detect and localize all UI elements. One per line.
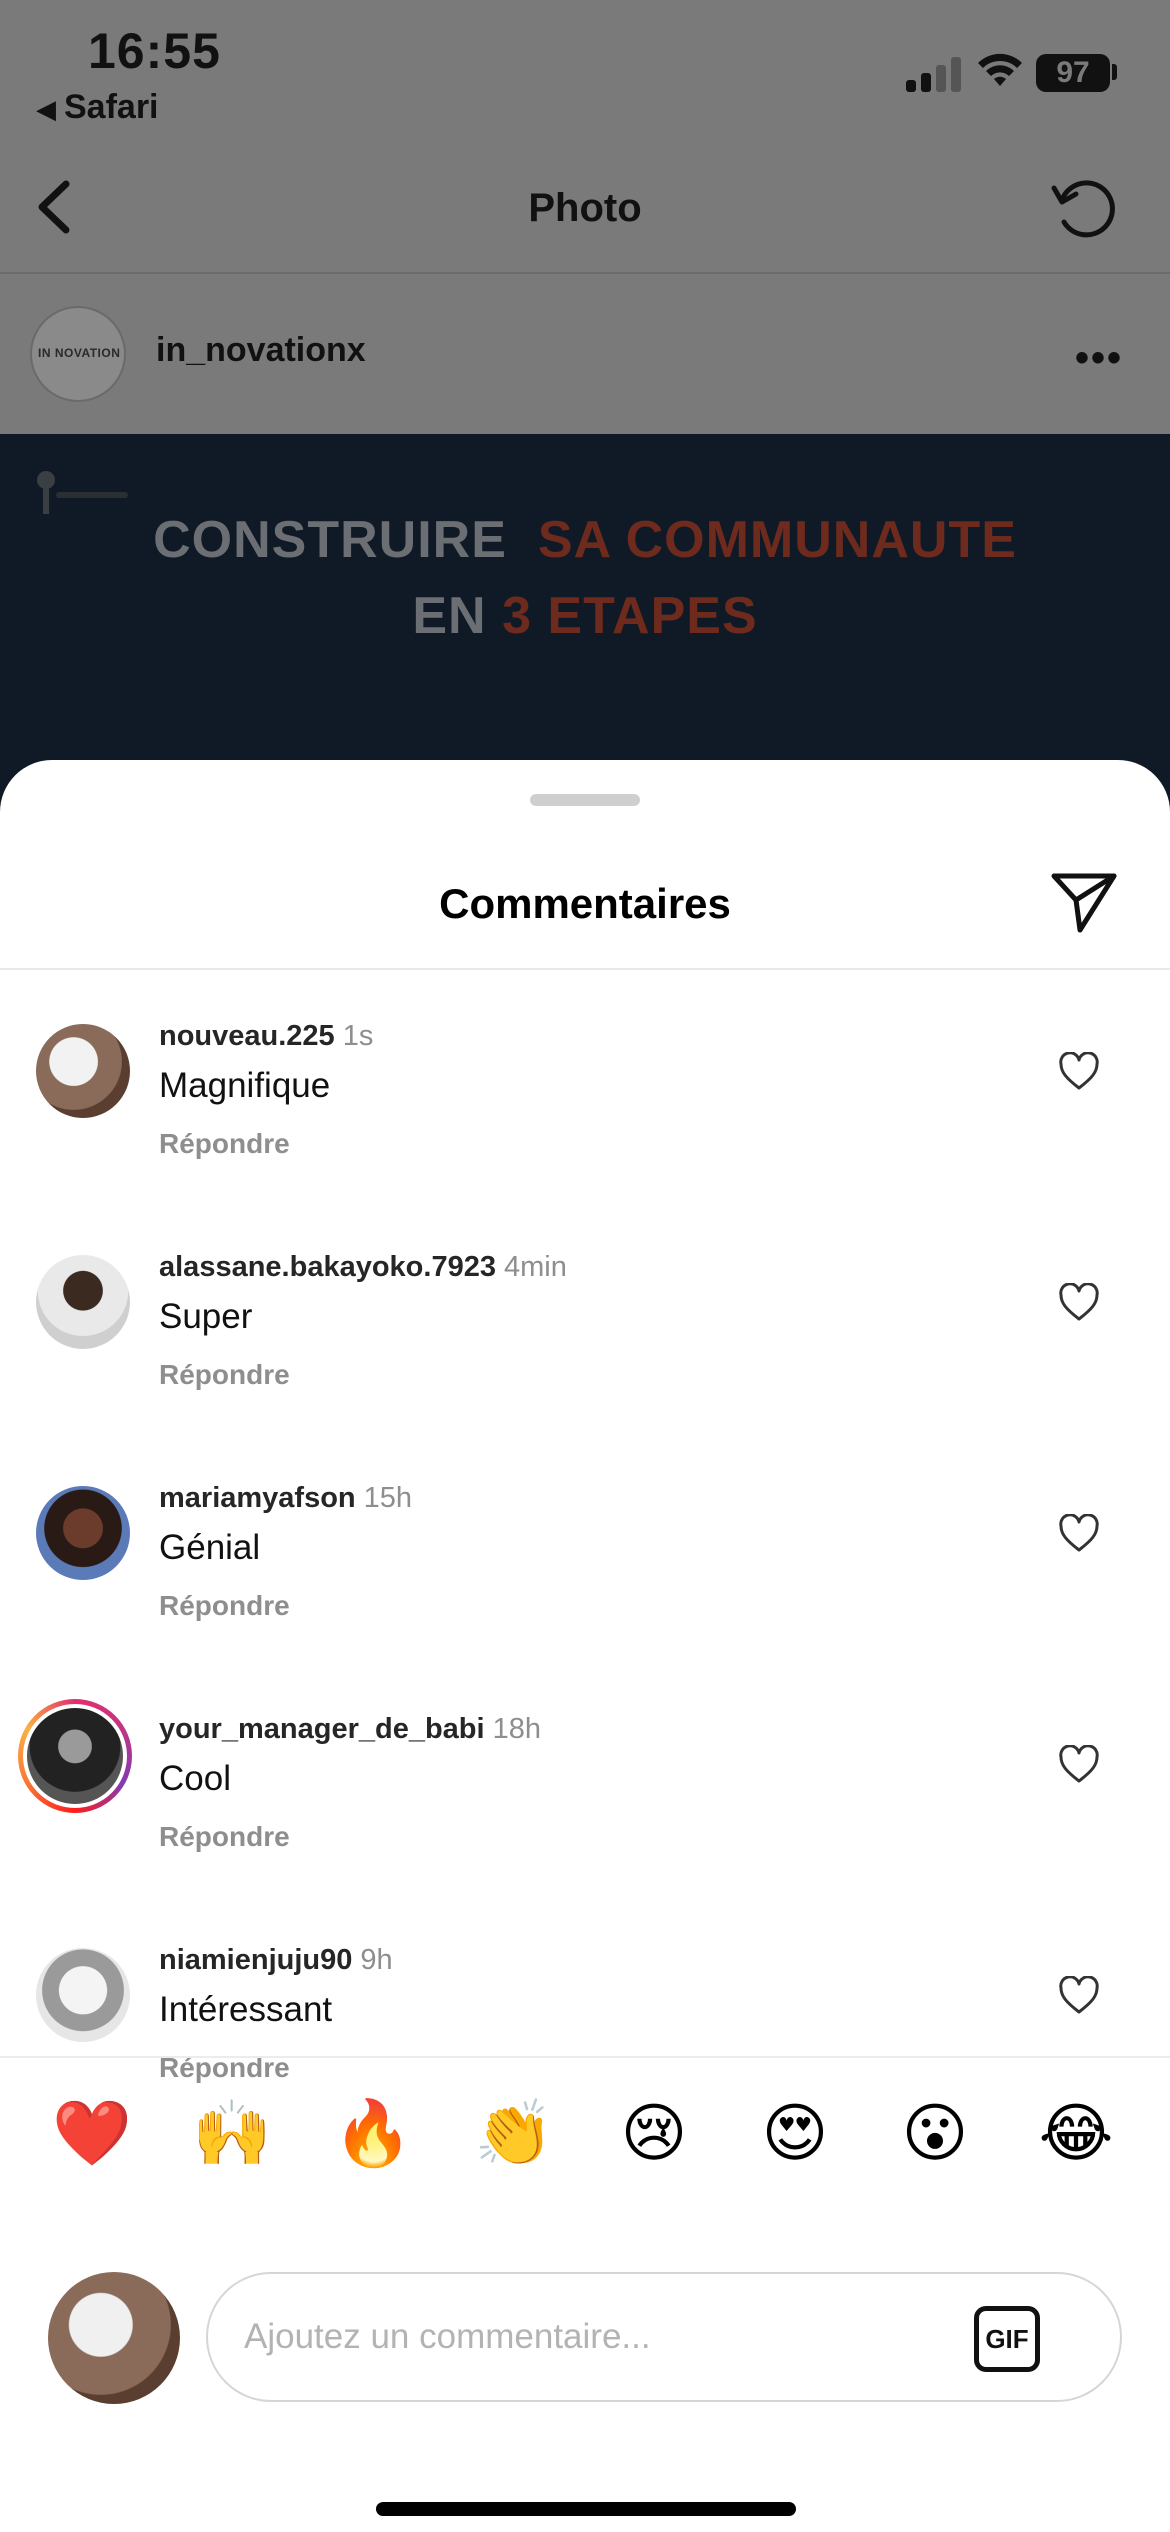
comment-username[interactable]: nouveau.225	[159, 1020, 335, 1052]
comment-username[interactable]: alassane.bakayoko.7923	[159, 1251, 496, 1283]
heart-icon[interactable]	[1058, 1745, 1100, 1785]
reply-button[interactable]: Répondre	[159, 1821, 290, 1853]
post-image: CONSTRUIRE SA COMMUNAUTE EN 3 ETAPES	[0, 434, 1170, 814]
post-headline-line1: CONSTRUIRE SA COMMUNAUTE	[0, 510, 1170, 570]
more-options-icon[interactable]: •••	[1075, 336, 1123, 381]
comments-sheet: Commentaires nouveau.225 1s Magnifique Ré…	[0, 760, 1170, 2532]
comment-time: 15h	[363, 1482, 413, 1514]
composer-divider	[0, 2056, 1170, 2058]
sheet-grabber[interactable]	[530, 794, 640, 806]
comment-item: your_manager_de_babi 18h Cool Répondre	[0, 1699, 1170, 1936]
comment-input[interactable]	[244, 2304, 944, 2370]
status-bar: 16:55 ◀ Safari 97	[0, 0, 1170, 140]
status-time: 16:55	[88, 23, 221, 79]
emoji-surprised[interactable]: 😮	[890, 2088, 980, 2178]
reply-button[interactable]: Répondre	[159, 1590, 290, 1622]
emoji-fire[interactable]: 🔥	[328, 2088, 418, 2178]
comment-time: 9h	[360, 1944, 393, 1976]
comment-item: mariamyafson 15h Génial Répondre	[0, 1474, 1170, 1705]
post-headline-part: EN	[412, 587, 487, 645]
comment-header: mariamyafson 15h	[159, 1482, 412, 1515]
comment-header: nouveau.225 1s	[159, 1020, 373, 1053]
author-username[interactable]: in_novationx	[156, 331, 366, 370]
comment-input-container: GIF	[206, 2272, 1122, 2402]
gif-button[interactable]: GIF	[974, 2306, 1040, 2372]
heart-icon[interactable]	[1058, 1283, 1100, 1323]
post-headline-highlight: 3 ETAPES	[502, 587, 758, 645]
share-send-icon[interactable]	[1050, 870, 1120, 936]
comment-header: your_manager_de_babi 18h	[159, 1713, 541, 1746]
heart-icon[interactable]	[1058, 1514, 1100, 1554]
comment-text: Magnifique	[159, 1066, 331, 1105]
comment-time: 1s	[342, 1020, 374, 1052]
emoji-laughing[interactable]: 😂	[1031, 2088, 1121, 2178]
comment-header: alassane.bakayoko.7923 4min	[159, 1251, 567, 1284]
commenter-avatar[interactable]	[36, 1024, 130, 1118]
comment-username[interactable]: your_manager_de_babi	[159, 1713, 485, 1745]
comment-time: 18h	[492, 1713, 541, 1745]
comment-text: Super	[159, 1297, 253, 1336]
post-headline-highlight: SA COMMUNAUTE	[537, 511, 1017, 569]
back-app-label: Safari	[64, 88, 159, 126]
reply-button[interactable]: Répondre	[159, 1128, 290, 1160]
current-user-avatar	[48, 2272, 180, 2404]
commenter-avatar[interactable]	[36, 1948, 130, 2042]
post-author-row: IN NOVATION in_novationx •••	[0, 276, 1170, 434]
battery-indicator: 97	[1036, 54, 1110, 92]
comment-username[interactable]: niamienjuju90	[159, 1944, 352, 1976]
comment-item: alassane.bakayoko.7923 4min Super Répondr…	[0, 1243, 1170, 1474]
refresh-icon[interactable]	[1048, 170, 1124, 246]
author-avatar-logo-text: IN NOVATION	[38, 346, 121, 360]
comment-username[interactable]: mariamyafson	[159, 1482, 356, 1514]
sheet-divider	[0, 968, 1170, 970]
commenter-avatar[interactable]	[36, 1486, 130, 1580]
cellular-signal-icon	[906, 56, 962, 92]
commenter-avatar	[23, 1704, 127, 1808]
comment-time: 4min	[503, 1251, 567, 1283]
navigation-bar: Photo	[0, 150, 1170, 274]
page-title: Photo	[528, 186, 642, 230]
back-triangle-icon: ◀	[36, 94, 56, 124]
emoji-crying[interactable]: 😢	[609, 2088, 699, 2178]
emoji-raised-hands[interactable]: 🙌	[187, 2088, 277, 2178]
sheet-title: Commentaires	[439, 880, 731, 927]
heart-icon[interactable]	[1058, 1976, 1100, 2016]
battery-cap	[1112, 64, 1117, 80]
comment-header: niamienjuju90 9h	[159, 1944, 393, 1977]
comment-text: Intéressant	[159, 1990, 333, 2029]
wifi-icon	[978, 53, 1022, 86]
post-headline-line2: EN 3 ETAPES	[0, 586, 1170, 646]
home-indicator	[376, 2502, 796, 2516]
comment-text: Cool	[159, 1759, 231, 1798]
post-headline-part: CONSTRUIRE	[153, 511, 507, 569]
emoji-heart-eyes[interactable]: 😍	[750, 2088, 840, 2178]
back-to-safari[interactable]: ◀ Safari	[36, 88, 159, 127]
heart-icon[interactable]	[1058, 1052, 1100, 1092]
reply-button[interactable]: Répondre	[159, 1359, 290, 1391]
emoji-heart[interactable]: ❤️	[47, 2088, 137, 2178]
commenter-avatar[interactable]	[36, 1255, 130, 1349]
commenter-avatar-story-ring[interactable]	[18, 1699, 132, 1813]
comment-item: nouveau.225 1s Magnifique Répondre	[0, 1012, 1170, 1243]
comment-text: Génial	[159, 1528, 261, 1567]
emoji-clapping[interactable]: 👏	[469, 2088, 559, 2178]
author-avatar[interactable]: IN NOVATION	[30, 306, 126, 402]
quick-emoji-bar: ❤️ 🙌 🔥 👏 😢 😍 😮 😂	[0, 2088, 1170, 2178]
